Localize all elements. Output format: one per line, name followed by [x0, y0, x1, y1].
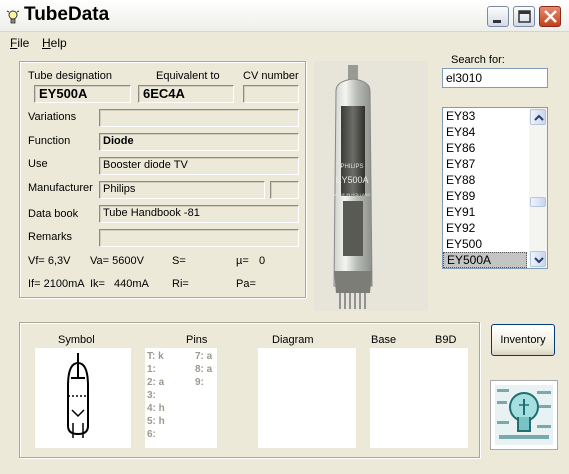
menu-bar: File Help — [0, 33, 569, 53]
result-item[interactable]: EY86 — [443, 140, 527, 156]
close-button[interactable] — [539, 6, 561, 27]
mu-label: µ= — [236, 255, 249, 267]
results-scrollbar[interactable] — [529, 108, 547, 268]
equivalent-field[interactable]: 6EC4A — [138, 85, 234, 103]
base-box — [370, 348, 468, 448]
manufacturer-field[interactable]: Philips — [99, 181, 265, 199]
ri-value: Ri= — [172, 278, 189, 290]
scroll-down-button[interactable] — [530, 251, 546, 267]
if-value: If= 2100mA — [28, 278, 85, 290]
tube-photo: PHILIPS EY500A MADE IN HOLLAND — [314, 61, 428, 311]
scroll-up-button[interactable] — [530, 109, 546, 125]
cv-number-label: CV number — [243, 70, 299, 82]
app-logo — [490, 380, 558, 450]
pins-box: T: k 1: 2: a 3: 4: h 5: h 6: 7: a 8: a 9… — [145, 348, 217, 448]
manufacturer-extra-field[interactable] — [270, 181, 299, 199]
search-label: Search for: — [451, 54, 505, 66]
manufacturer-label: Manufacturer — [28, 182, 93, 194]
photo-text-origin: MADE IN HOLLAND — [334, 192, 371, 197]
pin-entry: 6: — [147, 429, 156, 440]
vf-value: Vf= 6,3V — [28, 255, 71, 267]
equivalent-label: Equivalent to — [156, 70, 220, 82]
remarks-label: Remarks — [28, 231, 73, 243]
cv-number-field[interactable] — [243, 85, 299, 103]
title-bar[interactable]: TubeData — [0, 0, 569, 32]
minimize-button[interactable] — [487, 6, 509, 27]
result-item[interactable]: EY87 — [443, 156, 527, 172]
results-listbox[interactable]: EY83 EY84 EY86 EY87 EY88 EY89 EY91 EY92 EY500 EY5… — [442, 107, 548, 269]
variations-label: Variations — [28, 111, 77, 123]
ik-label: Ik= — [90, 278, 105, 290]
function-field[interactable]: Diode — [99, 133, 299, 151]
tube-symbol — [35, 348, 131, 448]
tube-designation-field[interactable]: EY500A — [34, 85, 131, 103]
window-title: TubeData — [24, 4, 110, 25]
pins-label: Pins — [186, 334, 208, 346]
tube-logo-icon — [495, 385, 553, 445]
search-input[interactable] — [442, 68, 548, 88]
chevron-up-icon — [534, 114, 544, 121]
base-label: Base — [371, 334, 397, 346]
menu-file[interactable]: File — [10, 36, 29, 50]
result-item[interactable]: EY92 — [443, 220, 527, 236]
maximize-button[interactable] — [513, 6, 535, 27]
databook-field[interactable]: Tube Handbook -81 — [99, 205, 299, 223]
diode-symbol-icon — [67, 353, 89, 438]
minimize-icon — [493, 20, 501, 23]
inventory-button[interactable]: Inventory — [491, 324, 555, 356]
pin-entry: 3: — [147, 390, 156, 401]
databook-label: Data book — [28, 208, 79, 220]
pin-entry: 8: a — [195, 364, 213, 375]
close-icon — [544, 10, 557, 23]
remarks-field[interactable] — [99, 229, 299, 247]
use-field[interactable]: Booster diode TV — [99, 157, 299, 175]
diagram-box — [258, 348, 356, 448]
photo-text-type: EY500A — [335, 175, 368, 185]
pin-entry: 5: h — [147, 416, 165, 427]
chevron-down-icon — [534, 257, 544, 264]
app-window: TubeData File Help Tube designation Equi… — [0, 0, 569, 474]
pin-entry: 1: — [147, 364, 156, 375]
result-item[interactable]: EY83 — [443, 108, 527, 124]
variations-field[interactable] — [99, 109, 299, 127]
pin-entry: 2: a — [147, 377, 165, 388]
scroll-thumb[interactable] — [530, 197, 546, 207]
ik-value: 440mA — [114, 278, 149, 290]
tube-designation-label: Tube designation — [28, 70, 112, 82]
result-item[interactable]: EY500 — [443, 236, 527, 252]
menu-help[interactable]: Help — [42, 36, 67, 50]
photo-text-brand: PHILIPS — [340, 164, 363, 170]
pin-entry: 4: h — [147, 403, 165, 414]
pin-entry: 9: — [195, 377, 204, 388]
lightbulb-icon — [6, 10, 20, 24]
mu-value: 0 — [259, 255, 266, 267]
maximize-icon — [518, 10, 531, 23]
result-item[interactable]: EY84 — [443, 124, 527, 140]
symbol-label: Symbol — [58, 334, 95, 346]
pa-value: Pa= — [236, 278, 256, 290]
va-value: Va= 5600V — [90, 255, 144, 267]
result-item[interactable]: EY91 — [443, 204, 527, 220]
use-label: Use — [28, 158, 48, 170]
result-item[interactable]: EY89 — [443, 188, 527, 204]
function-label: Function — [28, 135, 71, 147]
diagram-label: Diagram — [272, 334, 314, 346]
s-value: S= — [172, 255, 186, 267]
pin-entry: T: k — [147, 351, 164, 362]
base-value: B9D — [435, 334, 457, 346]
result-item[interactable]: EY500A — [443, 252, 527, 268]
pin-entry: 7: a — [195, 351, 213, 362]
result-item[interactable]: EY88 — [443, 172, 527, 188]
